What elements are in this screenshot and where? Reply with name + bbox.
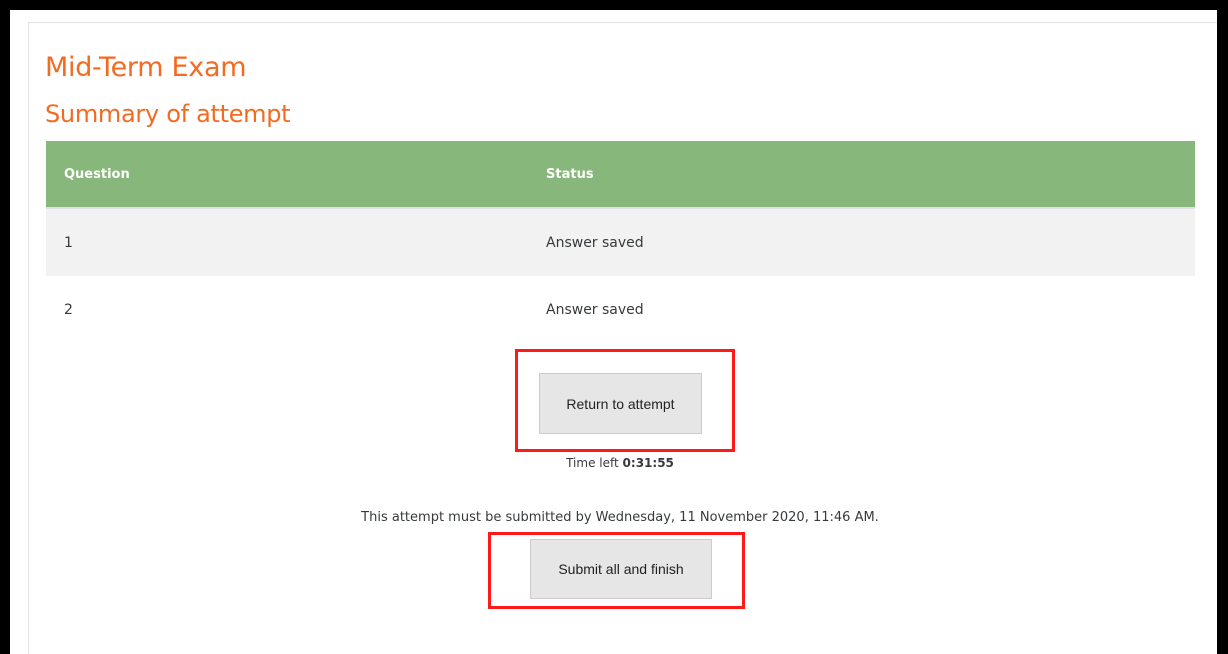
time-left-label: Time left: [566, 456, 619, 470]
return-to-attempt-button[interactable]: Return to attempt: [539, 373, 702, 434]
submission-deadline-text: This attempt must be submitted by Wednes…: [361, 510, 879, 525]
table-row: 2 Answer saved: [46, 276, 1195, 344]
time-left-indicator: Time left 0:31:55: [10, 456, 1217, 470]
attempt-summary-table: Question Status 1 Answer saved 2 Answer …: [46, 141, 1195, 344]
time-left-value: 0:31:55: [622, 456, 674, 470]
column-header-status: Status: [527, 141, 1195, 209]
section-title: Summary of attempt: [45, 100, 291, 128]
question-number-cell[interactable]: 1: [46, 208, 527, 276]
question-status-cell: Answer saved: [527, 208, 1195, 276]
question-status-cell: Answer saved: [527, 276, 1195, 344]
question-number-cell[interactable]: 2: [46, 276, 527, 344]
column-header-question: Question: [46, 141, 527, 209]
table-header-row: Question Status: [46, 141, 1195, 209]
page-title: Mid-Term Exam: [45, 52, 247, 83]
page-content: Mid-Term Exam Summary of attempt Questio…: [10, 10, 1217, 654]
submit-all-and-finish-button[interactable]: Submit all and finish: [530, 539, 712, 599]
table-row: 1 Answer saved: [46, 208, 1195, 276]
